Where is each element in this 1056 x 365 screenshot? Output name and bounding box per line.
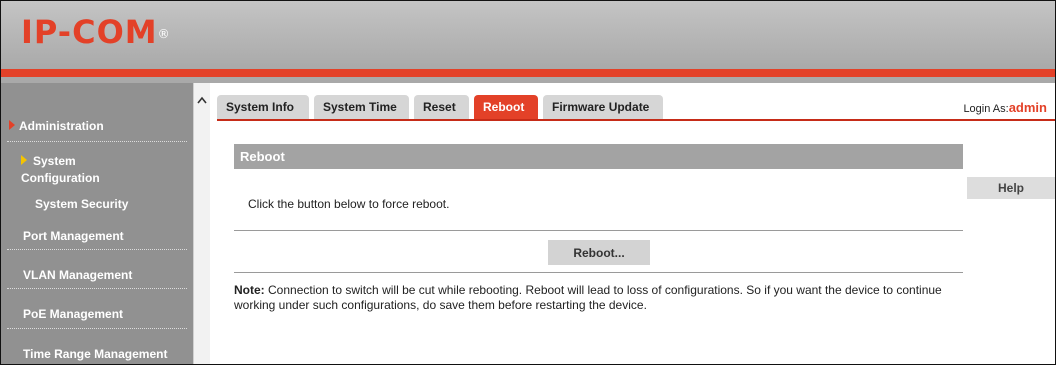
panel-description: Click the button below to force reboot. (248, 197, 450, 211)
caret-right-icon (21, 155, 27, 165)
help-button[interactable]: Help (967, 177, 1055, 199)
reboot-button[interactable]: Reboot... (548, 240, 650, 265)
brand-logo-text: IP-COM (21, 13, 158, 51)
sidebar-item-label: Time Range Management (23, 347, 168, 361)
tab-system-time[interactable]: System Time (314, 95, 409, 119)
chevron-up-icon[interactable] (197, 93, 207, 107)
registered-mark: ® (157, 27, 171, 41)
sidebar-item-label: System (33, 154, 76, 168)
note-body: Connection to switch will be cut while r… (234, 283, 942, 312)
sidebar-item-label: VLAN Management (23, 268, 133, 282)
login-user: admin (1008, 100, 1047, 115)
sidebar-divider (7, 328, 187, 329)
divider (234, 230, 963, 231)
sidebar-item-label: PoE Management (23, 307, 124, 321)
caret-right-icon (9, 120, 15, 130)
sidebar-item-label: Port Management (23, 229, 124, 243)
sidebar-item-vlan-management[interactable]: VLAN Management (23, 268, 193, 282)
sidebar-item-poe-management[interactable]: PoE Management (23, 307, 193, 321)
note-label: Note: (234, 283, 265, 297)
sidebar-item-time-range-management[interactable]: Time Range Management (23, 347, 193, 361)
sidebar-item-system-security[interactable]: System Security (35, 197, 193, 211)
sidebar-item-system-configuration[interactable]: System Configuration (21, 153, 191, 187)
header-accent-bar (1, 69, 1055, 77)
divider (234, 272, 963, 273)
tab-system-info[interactable]: System Info (217, 95, 309, 119)
panel-title: Reboot (234, 144, 963, 169)
sidebar-section-label: Administration (19, 119, 104, 133)
tab-reboot[interactable]: Reboot (474, 95, 538, 119)
brand-logo: IP-COM® (21, 15, 171, 49)
sidebar: Administration System Configuration Syst… (1, 83, 193, 364)
note-text: Note: Connection to switch will be cut w… (234, 283, 974, 313)
app-frame: IP-COM® Administration System Configurat… (0, 0, 1056, 365)
sidebar-item-port-management[interactable]: Port Management (23, 229, 193, 243)
sidebar-item-label: System Security (35, 197, 129, 211)
login-prefix: Login As: (963, 103, 1009, 115)
sidebar-divider (7, 288, 187, 289)
sidebar-scrollbar[interactable] (193, 83, 210, 364)
tab-reset[interactable]: Reset (414, 95, 469, 119)
tab-firmware-update[interactable]: Firmware Update (543, 95, 663, 119)
sidebar-divider (7, 249, 187, 250)
sidebar-divider (7, 141, 187, 142)
header-bar: IP-COM® (1, 1, 1055, 69)
sidebar-item-label-2: Configuration (21, 171, 100, 185)
sidebar-section-administration[interactable]: Administration (9, 119, 201, 133)
login-status: Login As:admin (963, 100, 1047, 115)
tab-underline (217, 119, 1055, 121)
